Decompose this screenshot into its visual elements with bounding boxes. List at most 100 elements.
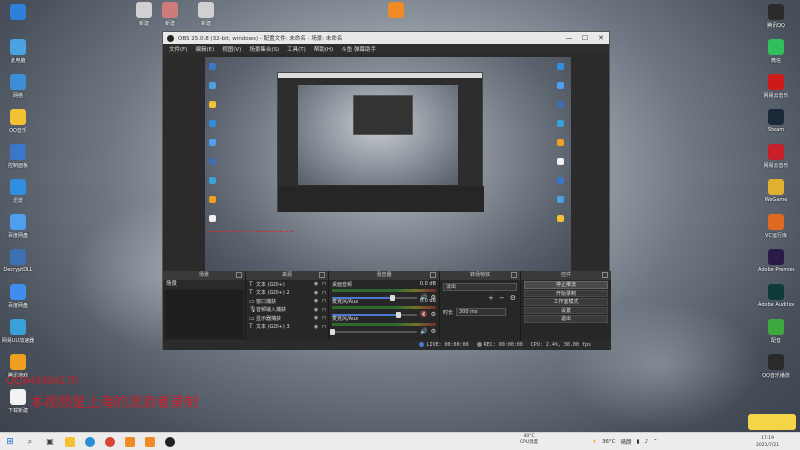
app-icon — [10, 109, 26, 125]
desktop-icon[interactable]: 网易云音乐 — [758, 74, 794, 99]
chevron-up-icon[interactable]: ⌃ — [653, 439, 658, 445]
desktop-icon[interactable]: 控制面板 — [0, 144, 36, 169]
source-item[interactable]: T 文本 (GDI+) 3 ◉ ⊓ — [246, 323, 328, 332]
source-item[interactable]: T 文本 (GDI+) 2 ◉ ⊓ — [246, 289, 328, 298]
desktop-icon[interactable]: Adobe Audition — [758, 284, 794, 308]
remove-transition-icon[interactable]: − — [499, 294, 505, 302]
desktop-icon[interactable]: 网易UU加速器 — [0, 319, 36, 344]
lock-icon[interactable]: ⊓ — [320, 281, 328, 287]
obs-preview[interactable] — [205, 57, 571, 294]
lock-icon[interactable]: ⊓ — [320, 290, 328, 296]
desktop-icon[interactable]: VC运行库 — [758, 214, 794, 239]
volume-icon[interactable]: ♪ — [645, 439, 649, 445]
desktop-icon[interactable]: 网络 — [0, 74, 36, 99]
menu-item[interactable]: 斗鱼 弹幕助手 — [337, 45, 380, 53]
taskbar-clock[interactable]: 17:19 2021/7/21 — [756, 435, 779, 449]
obs-icon[interactable] — [160, 433, 180, 450]
transition-settings-icon[interactable]: ⚙ — [510, 294, 516, 302]
orange-app-icon[interactable] — [120, 433, 140, 450]
maximize-button[interactable]: ☐ — [577, 34, 593, 42]
desktop-icon[interactable]: QQ音乐播放 — [758, 354, 794, 379]
dock-float-icon[interactable] — [319, 272, 325, 278]
desktop-icon[interactable]: 微信 — [758, 39, 794, 64]
volume-slider-knob[interactable] — [389, 294, 395, 301]
tray-temperature[interactable]: 36°C — [602, 439, 616, 445]
dock-float-icon[interactable] — [602, 272, 608, 278]
menu-item[interactable]: 文件(F) — [165, 45, 191, 53]
desktop-icon[interactable]: Steam — [758, 109, 794, 133]
desktop-icon[interactable] — [378, 2, 414, 20]
eye-icon[interactable]: ◉ — [312, 298, 320, 304]
network-icon[interactable]: ▮ — [637, 439, 640, 445]
studio-mode-button[interactable]: 工作室模式 — [524, 298, 608, 306]
desktop-icon[interactable]: 此电脑 — [0, 39, 36, 64]
lock-icon[interactable]: ⊓ — [320, 315, 328, 321]
weather-icon[interactable]: ☀ — [592, 439, 597, 445]
channel-settings-icon[interactable]: ⚙ — [431, 328, 436, 335]
edge-icon[interactable] — [80, 433, 100, 450]
volume-slider-knob[interactable] — [396, 311, 402, 318]
tray-weather[interactable]: 晴朗 — [621, 438, 632, 446]
desktop-icon[interactable]: WeGame — [758, 179, 794, 203]
volume-slider[interactable] — [332, 311, 418, 318]
floating-widget[interactable] — [748, 414, 796, 430]
stop-streaming-button[interactable]: 停止推流 — [524, 281, 608, 289]
obs-titlebar[interactable]: OBS 25.0.8 (32-bit, windows) - 配置文件: 未命名… — [163, 32, 609, 44]
lock-icon[interactable]: ⊓ — [320, 324, 328, 330]
eye-icon[interactable]: ◉ — [312, 324, 320, 330]
eye-icon[interactable]: ◉ — [312, 290, 320, 296]
desktop-icon[interactable]: 百度网盘 — [0, 214, 36, 239]
eye-icon[interactable]: ◉ — [312, 307, 320, 313]
eye-icon[interactable]: ◉ — [312, 281, 320, 287]
source-item[interactable]: ▭ 窗口捕获 ◉ ⊓ — [246, 297, 328, 306]
desktop-icon[interactable] — [0, 4, 36, 22]
desktop-icon[interactable]: 网易云音乐 — [758, 144, 794, 169]
obs-window[interactable]: OBS 25.0.8 (32-bit, windows) - 配置文件: 未命名… — [162, 31, 611, 350]
lock-icon[interactable]: ⊓ — [320, 307, 328, 313]
exit-button[interactable]: 退出 — [524, 315, 608, 323]
transition-select[interactable]: 淡出 — [443, 283, 517, 291]
desktop-icon[interactable]: QQ音乐 — [0, 109, 36, 134]
transition-duration: 时长 300 ms — [440, 308, 520, 316]
menu-item[interactable]: 编辑(E) — [191, 45, 218, 53]
minimize-button[interactable]: — — [561, 34, 577, 42]
taskbar-temperature[interactable]: 40°C CPU温度 — [520, 434, 538, 446]
desktop-icon[interactable]: 腾讯QQ — [758, 4, 794, 29]
eye-icon[interactable]: ◉ — [312, 315, 320, 321]
menu-item[interactable]: 工具(T) — [283, 45, 310, 53]
add-transition-icon[interactable]: + — [488, 294, 494, 302]
lock-icon[interactable]: ⊓ — [320, 298, 328, 304]
dock-float-icon[interactable] — [430, 272, 436, 278]
task-view-icon[interactable]: ▣ — [40, 433, 60, 450]
source-item[interactable]: T 文本 (GDI+) ◉ ⊓ — [246, 280, 328, 289]
desktop-icon[interactable]: 新建 — [152, 2, 188, 27]
start-button[interactable]: ⊞ — [0, 433, 20, 450]
chrome-icon[interactable] — [100, 433, 120, 450]
duration-input[interactable]: 300 ms — [456, 308, 507, 316]
scene-list[interactable] — [165, 290, 243, 340]
dock-float-icon[interactable] — [236, 272, 242, 278]
desktop-icon[interactable]: 新建 — [188, 2, 224, 27]
menu-item[interactable]: 视图(V) — [218, 45, 245, 53]
start-recording-button[interactable]: 开始录制 — [524, 289, 608, 297]
desktop-icon[interactable]: 迅雷 — [0, 179, 36, 204]
menu-item[interactable]: 场景集合(S) — [245, 45, 283, 53]
close-button[interactable]: ✕ — [593, 34, 609, 42]
volume-slider[interactable] — [332, 294, 418, 301]
speaker-icon[interactable]: 🔊 — [420, 328, 427, 335]
volume-slider-knob[interactable] — [330, 328, 335, 335]
desktop-icon[interactable]: Adobe Premiere — [758, 249, 794, 273]
source-item[interactable]: ▭ 显示器捕获 ◉ ⊓ — [246, 314, 328, 323]
search-icon[interactable]: ⌕ — [20, 433, 40, 450]
menu-item[interactable]: 帮助(H) — [310, 45, 337, 53]
file-explorer-icon[interactable] — [60, 433, 80, 450]
dock-float-icon[interactable] — [511, 272, 517, 278]
volume-slider[interactable] — [330, 328, 418, 335]
scene-item[interactable]: 场景 — [163, 280, 245, 289]
orange-app-icon[interactable] — [140, 433, 160, 450]
source-item[interactable]: 🎙 音频输入捕获 ◉ ⊓ — [246, 306, 328, 315]
desktop-icon[interactable]: 百度网盘 — [0, 284, 36, 309]
settings-button[interactable]: 设置 — [524, 306, 608, 314]
desktop-icon[interactable]: 配音 — [758, 319, 794, 344]
desktop-icon[interactable]: DecryptDLL — [0, 249, 36, 273]
